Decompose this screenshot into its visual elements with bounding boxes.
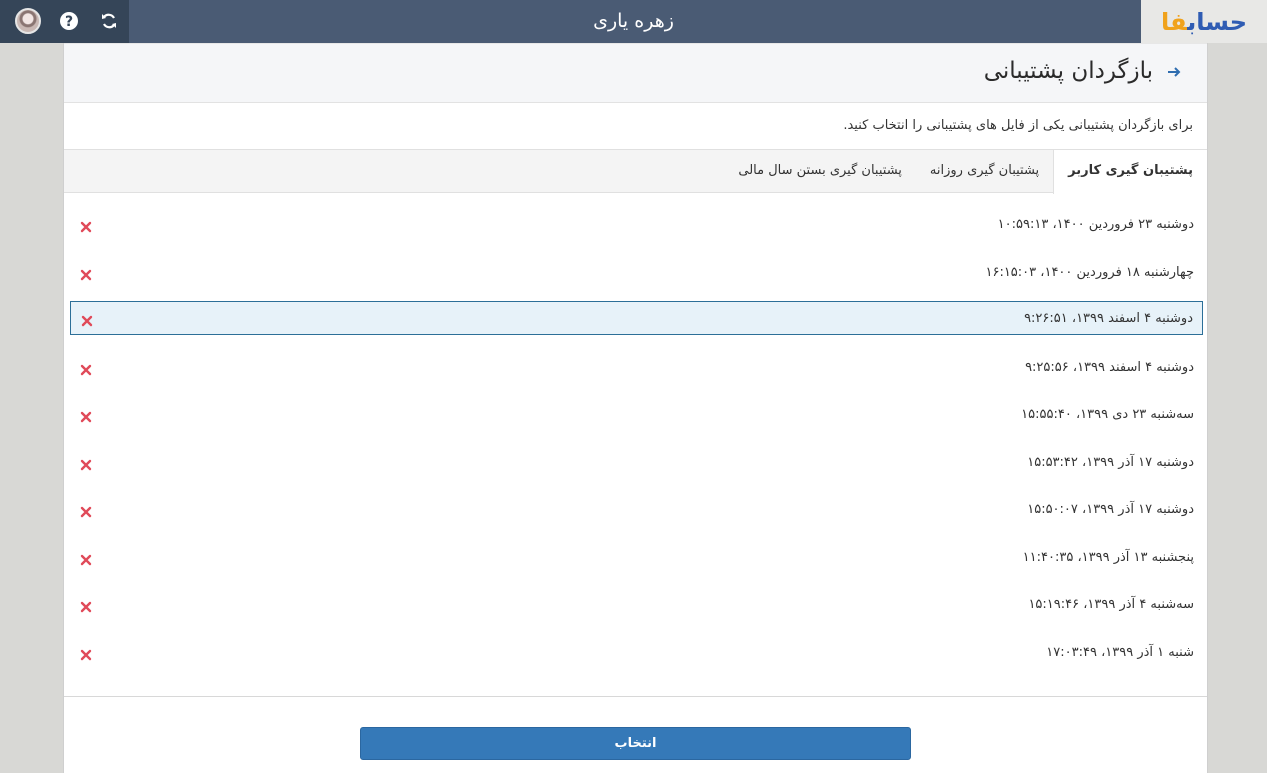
list-item[interactable]: دوشنبه ۴ اسفند ۱۳۹۹، ۹:۲۶:۵۱ [70,301,1203,335]
logo-text: حسابفا [1160,7,1248,36]
close-icon[interactable] [80,408,92,423]
list-item[interactable]: دوشنبه ۴ اسفند ۱۳۹۹، ۹:۲۵:۵۶ [70,351,1203,385]
close-icon[interactable] [80,266,92,281]
close-icon[interactable] [80,551,92,566]
backup-tabs: پشتیبان گیری کاربر پشتیبان گیری روزانه پ… [64,149,1207,194]
toolbar-tools: ? [0,0,129,43]
backup-label: دوشنبه ۲۳ فروردین ۱۴۰۰، ۱۰:۵۹:۱۳ [997,217,1194,232]
page-title: بازگردان پشتیبانی [983,58,1153,84]
top-bar: ? زهره یاری حسابفا [0,0,1267,43]
close-icon[interactable] [81,312,93,327]
tab-fiscal-year-backup[interactable]: پشتیبان گیری بستن سال مالی [724,150,916,193]
list-item[interactable]: سه‌شنبه ۴ آذر ۱۳۹۹، ۱۵:۱۹:۴۶ [70,588,1203,622]
refresh-icon[interactable] [97,9,121,33]
close-icon[interactable] [80,456,92,471]
close-icon[interactable] [80,361,92,376]
restore-backup-card: بازگردان پشتیبانی برای بازگردان پشتیبانی… [63,43,1208,773]
backup-label: سه‌شنبه ۴ آذر ۱۳۹۹، ۱۵:۱۹:۴۶ [1028,597,1194,612]
tab-daily-backup[interactable]: پشتیبان گیری روزانه [916,150,1053,193]
help-icon[interactable]: ? [57,9,81,33]
user-name: زهره یاری [593,10,674,32]
svg-text:?: ? [65,14,73,30]
tab-user-backup[interactable]: پشتیبان گیری کاربر [1053,150,1207,194]
instruction-text: برای بازگردان پشتیبانی یکی از فایل های پ… [843,118,1193,133]
backup-label: دوشنبه ۱۷ آذر ۱۳۹۹، ۱۵:۵۰:۰۷ [1027,502,1194,517]
backup-label: چهارشنبه ۱۸ فروردین ۱۴۰۰، ۱۶:۱۵:۰۳ [985,265,1194,280]
divider [64,696,1207,697]
backup-label: دوشنبه ۴ اسفند ۱۳۹۹، ۹:۲۶:۵۱ [1024,311,1193,326]
list-item[interactable]: شنبه ۱ آذر ۱۳۹۹، ۱۷:۰۳:۴۹ [70,636,1203,670]
list-item[interactable]: دوشنبه ۱۷ آذر ۱۳۹۹، ۱۵:۵۳:۴۲ [70,446,1203,480]
backup-label: دوشنبه ۱۷ آذر ۱۳۹۹، ۱۵:۵۳:۴۲ [1027,455,1194,470]
avatar[interactable] [15,8,41,34]
arrow-right-icon[interactable] [1163,62,1185,84]
list-item[interactable]: دوشنبه ۱۷ آذر ۱۳۹۹، ۱۵:۵۰:۰۷ [70,493,1203,527]
list-item[interactable]: پنجشنبه ۱۳ آذر ۱۳۹۹، ۱۱:۴۰:۳۵ [70,541,1203,575]
app-logo[interactable]: حسابفا [1141,0,1267,43]
select-button[interactable]: انتخاب [360,727,911,760]
list-item[interactable]: چهارشنبه ۱۸ فروردین ۱۴۰۰، ۱۶:۱۵:۰۳ [70,256,1203,290]
close-icon[interactable] [80,503,92,518]
list-item[interactable]: سه‌شنبه ۲۳ دی ۱۳۹۹، ۱۵:۵۵:۴۰ [70,398,1203,432]
backup-label: شنبه ۱ آذر ۱۳۹۹، ۱۷:۰۳:۴۹ [1046,645,1194,660]
close-icon[interactable] [80,598,92,613]
list-item[interactable]: دوشنبه ۲۳ فروردین ۱۴۰۰، ۱۰:۵۹:۱۳ [70,208,1203,242]
backup-label: پنجشنبه ۱۳ آذر ۱۳۹۹، ۱۱:۴۰:۳۵ [1022,550,1194,565]
card-header: بازگردان پشتیبانی [64,43,1207,103]
close-icon[interactable] [80,218,92,233]
backup-label: سه‌شنبه ۲۳ دی ۱۳۹۹، ۱۵:۵۵:۴۰ [1021,407,1194,422]
backup-label: دوشنبه ۴ اسفند ۱۳۹۹، ۹:۲۵:۵۶ [1025,360,1194,375]
close-icon[interactable] [80,646,92,661]
